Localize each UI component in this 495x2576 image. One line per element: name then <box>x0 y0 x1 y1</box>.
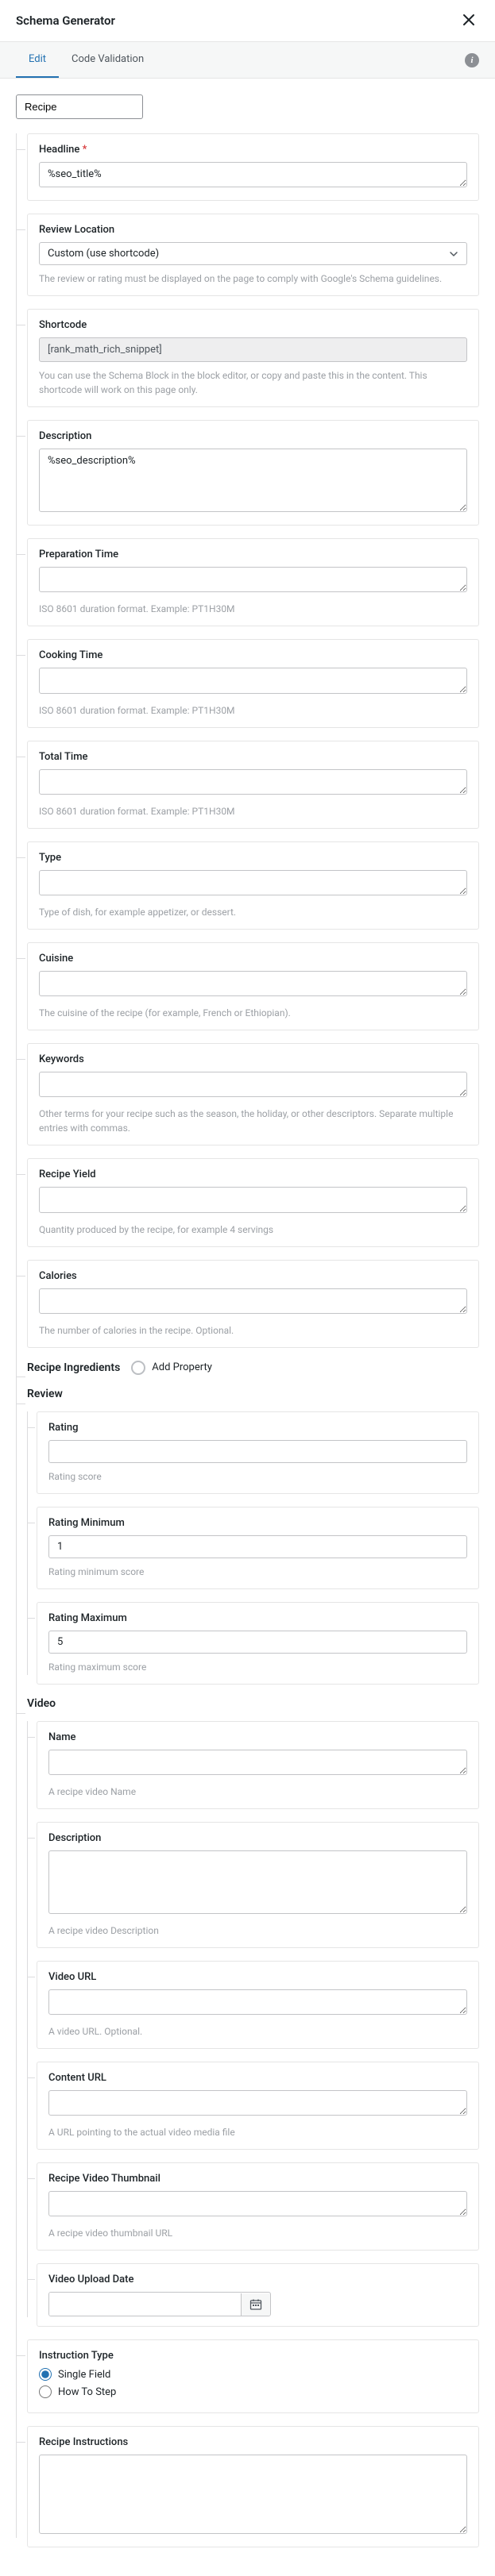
modal-header: Schema Generator <box>0 0 495 42</box>
total-time-input[interactable] <box>39 769 467 795</box>
calories-help: The number of calories in the recipe. Op… <box>39 1323 467 1338</box>
rating-input[interactable] <box>48 1440 467 1463</box>
total-time-help: ISO 8601 duration format. Example: PT1H3… <box>39 804 467 818</box>
close-button[interactable] <box>458 11 479 30</box>
video-thumbnail-label: Recipe Video Thumbnail <box>48 2173 467 2185</box>
review-location-help: The review or rating must be displayed o… <box>39 271 467 286</box>
info-icon[interactable]: i <box>465 53 479 67</box>
instruction-type-label: Instruction Type <box>39 2350 467 2362</box>
content-url-help: A URL pointing to the actual video media… <box>48 2125 467 2139</box>
type-label: Type <box>39 852 467 864</box>
review-location-select[interactable]: Custom (use shortcode) <box>39 242 467 265</box>
type-input[interactable] <box>39 870 467 895</box>
tab-edit[interactable]: Edit <box>16 42 59 78</box>
instruction-type-howto-label: How To Step <box>58 2386 116 2398</box>
video-name-help: A recipe video Name <box>48 1785 467 1799</box>
rating-min-input[interactable] <box>48 1535 467 1558</box>
rating-max-help: Rating maximum score <box>48 1660 467 1674</box>
instructions-label: Recipe Instructions <box>39 2436 467 2448</box>
review-location-label: Review Location <box>39 224 467 236</box>
rating-max-label: Rating Maximum <box>48 1612 467 1624</box>
rating-max-input[interactable] <box>48 1631 467 1654</box>
cook-time-help: ISO 8601 duration format. Example: PT1H3… <box>39 703 467 718</box>
yield-label: Recipe Yield <box>39 1169 467 1180</box>
video-desc-help: A recipe video Description <box>48 1923 467 1938</box>
description-label: Description <box>39 430 467 442</box>
modal-title: Schema Generator <box>16 13 115 28</box>
description-input[interactable] <box>39 449 467 512</box>
cuisine-help: The cuisine of the recipe (for example, … <box>39 1006 467 1020</box>
ingredients-heading: Recipe Ingredients <box>27 1361 120 1374</box>
video-upload-date-input[interactable] <box>49 2293 241 2316</box>
video-url-label: Video URL <box>48 1971 467 1983</box>
keywords-input[interactable] <box>39 1072 467 1097</box>
video-url-help: A video URL. Optional. <box>48 2024 467 2039</box>
calendar-icon <box>249 2298 262 2311</box>
video-desc-input[interactable] <box>48 1850 467 1914</box>
headline-input[interactable] <box>39 162 467 187</box>
rating-help: Rating score <box>48 1469 467 1484</box>
video-name-input[interactable] <box>48 1750 467 1775</box>
instruction-type-single-radio[interactable] <box>39 2368 52 2381</box>
cook-time-label: Cooking Time <box>39 649 467 661</box>
prep-time-input[interactable] <box>39 567 467 592</box>
cuisine-input[interactable] <box>39 971 467 996</box>
video-desc-label: Description <box>48 1832 467 1844</box>
headline-label: Headline * <box>39 144 467 156</box>
radio-off-icon <box>131 1361 145 1375</box>
video-heading: Video <box>27 1697 479 1710</box>
video-name-label: Name <box>48 1731 467 1743</box>
yield-input[interactable] <box>39 1187 467 1212</box>
calories-label: Calories <box>39 1270 467 1282</box>
prep-time-label: Preparation Time <box>39 549 467 560</box>
instruction-type-single-option[interactable]: Single Field <box>39 2368 467 2381</box>
rating-label: Rating <box>48 1422 467 1434</box>
video-thumbnail-help: A recipe video thumbnail URL <box>48 2226 467 2240</box>
add-property-button[interactable]: Add Property <box>131 1361 212 1375</box>
total-time-label: Total Time <box>39 751 467 763</box>
type-help: Type of dish, for example appetizer, or … <box>39 905 467 919</box>
content-url-label: Content URL <box>48 2072 467 2084</box>
keywords-help: Other terms for your recipe such as the … <box>39 1107 467 1135</box>
review-heading: Review <box>27 1388 479 1400</box>
video-thumbnail-input[interactable] <box>48 2191 467 2216</box>
video-url-input[interactable] <box>48 1989 467 2015</box>
instructions-input[interactable] <box>39 2455 467 2534</box>
prep-time-help: ISO 8601 duration format. Example: PT1H3… <box>39 602 467 616</box>
cuisine-label: Cuisine <box>39 953 467 965</box>
shortcode-help: You can use the Schema Block in the bloc… <box>39 368 467 397</box>
tab-code-validation[interactable]: Code Validation <box>59 42 157 78</box>
calendar-button[interactable] <box>241 2293 270 2316</box>
yield-help: Quantity produced by the recipe, for exa… <box>39 1223 467 1237</box>
instruction-type-howto-radio[interactable] <box>39 2385 52 2398</box>
rating-min-label: Rating Minimum <box>48 1517 467 1529</box>
calories-input[interactable] <box>39 1288 467 1314</box>
add-property-label: Add Property <box>152 1361 212 1373</box>
shortcode-value[interactable]: [rank_math_rich_snippet] <box>39 337 467 362</box>
schema-type-input[interactable] <box>16 94 143 119</box>
tab-bar: Edit Code Validation i <box>0 42 495 79</box>
cook-time-input[interactable] <box>39 668 467 693</box>
keywords-label: Keywords <box>39 1053 467 1065</box>
content-url-input[interactable] <box>48 2090 467 2116</box>
shortcode-label: Shortcode <box>39 319 467 331</box>
rating-min-help: Rating minimum score <box>48 1565 467 1579</box>
video-upload-date-label: Video Upload Date <box>48 2274 467 2285</box>
instruction-type-howto-option[interactable]: How To Step <box>39 2385 467 2398</box>
